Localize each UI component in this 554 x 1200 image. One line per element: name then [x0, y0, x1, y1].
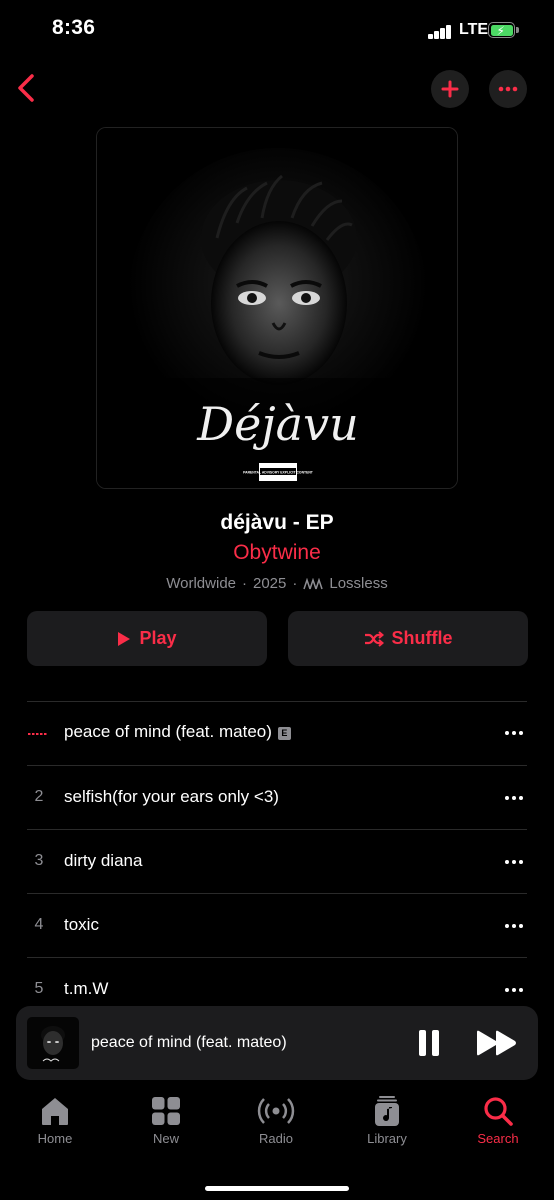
track-row[interactable]: 4 toxic — [27, 894, 527, 958]
track-title: peace of mind (feat. mateo) E — [64, 722, 291, 742]
music-library-icon — [375, 1096, 399, 1126]
status-time: 8:36 — [52, 16, 96, 39]
track-title: t.m.W — [64, 979, 109, 998]
pause-button[interactable] — [414, 1028, 444, 1058]
ellipsis-icon — [498, 86, 518, 92]
album-year: 2025 — [253, 575, 287, 592]
tab-new-label: New — [152, 1131, 179, 1146]
track-row[interactable]: 2 selfish(for your ears only <3) — [27, 766, 527, 830]
lossless-wave-icon — [303, 577, 324, 589]
battery-tip — [516, 27, 519, 33]
tab-new[interactable]: New — [126, 1094, 206, 1146]
radio-broadcast-icon — [257, 1098, 295, 1124]
cellular-signal-icon — [428, 24, 454, 39]
tab-search[interactable]: Search — [458, 1094, 538, 1146]
shuffle-label: Shuffle — [391, 628, 453, 648]
grid-icon — [152, 1097, 180, 1125]
track-title: dirty diana — [64, 851, 143, 870]
track-more-button[interactable] — [501, 725, 527, 741]
track-row[interactable]: 3 dirty diana — [27, 830, 527, 894]
back-button[interactable] — [12, 70, 44, 106]
next-track-button[interactable] — [474, 1028, 520, 1058]
home-icon — [42, 1098, 68, 1125]
play-label: Play — [139, 628, 177, 648]
now-playing-title: peace of mind (feat. mateo) — [91, 1034, 287, 1051]
ellipsis-icon — [505, 988, 523, 992]
track-title: selfish(for your ears only <3) — [64, 787, 279, 806]
track-number: 2 — [34, 788, 44, 805]
shuffle-icon — [364, 630, 384, 647]
tab-radio[interactable]: Radio — [236, 1094, 316, 1146]
explicit-badge: E — [277, 727, 291, 740]
ellipsis-icon — [505, 796, 523, 800]
parental-advisory-label: PARENTAL ADVISORY EXPLICIT CONTENT — [243, 471, 314, 475]
meta-separator: · — [242, 575, 247, 592]
network-type: LTE — [459, 21, 489, 38]
charging-bolt-icon: ⚡ — [496, 23, 505, 38]
album-region: Worldwide — [166, 575, 236, 592]
shuffle-button[interactable]: Shuffle — [288, 611, 528, 666]
now-playing-indicator-icon — [27, 723, 51, 741]
album-cover-image: Déjàvu PARENTAL ADVISORY EXPLICIT CONTEN… — [97, 128, 457, 488]
ellipsis-icon — [505, 924, 523, 928]
play-icon — [118, 631, 131, 646]
chevron-left-icon — [18, 74, 34, 102]
track-title: toxic — [64, 915, 99, 934]
tab-home[interactable]: Home — [15, 1094, 95, 1146]
track-number: 3 — [34, 852, 44, 869]
mini-player[interactable]: peace of mind (feat. mateo) — [16, 1006, 538, 1080]
tab-library[interactable]: Library — [347, 1094, 427, 1146]
artist-link[interactable]: Obytwine — [0, 541, 554, 565]
track-more-button[interactable] — [501, 918, 527, 934]
cover-title-text: Déjàvu — [196, 397, 358, 451]
pause-icon — [419, 1030, 439, 1056]
plus-icon — [441, 80, 459, 98]
ellipsis-icon — [505, 860, 523, 864]
track-number: 5 — [34, 980, 44, 997]
album-title: déjàvu - EP — [220, 511, 334, 534]
tab-radio-label: Radio — [259, 1131, 293, 1146]
track-number: 4 — [34, 916, 44, 933]
more-options-button[interactable] — [489, 70, 527, 108]
tab-search-label: Search — [477, 1131, 519, 1146]
album-artwork[interactable]: Déjàvu PARENTAL ADVISORY EXPLICIT CONTEN… — [96, 127, 458, 489]
search-icon — [484, 1097, 513, 1126]
fast-forward-icon — [477, 1030, 516, 1056]
tab-home-label: Home — [37, 1131, 73, 1146]
battery-icon: ⚡ — [488, 22, 515, 38]
tab-library-label: Library — [367, 1131, 407, 1146]
home-indicator — [205, 1186, 349, 1191]
track-row[interactable]: peace of mind (feat. mateo) E — [27, 701, 527, 765]
mini-player-artwork — [27, 1017, 79, 1069]
add-to-library-button[interactable] — [431, 70, 469, 108]
album-quality: Lossless — [329, 575, 388, 592]
meta-separator: · — [292, 575, 298, 592]
track-more-button[interactable] — [501, 854, 527, 870]
play-button[interactable]: Play — [27, 611, 267, 666]
ellipsis-icon — [505, 731, 523, 735]
track-more-button[interactable] — [501, 790, 527, 806]
album-meta: Worldwide · 2025 · Lossless — [0, 575, 554, 592]
track-more-button[interactable] — [501, 982, 527, 998]
